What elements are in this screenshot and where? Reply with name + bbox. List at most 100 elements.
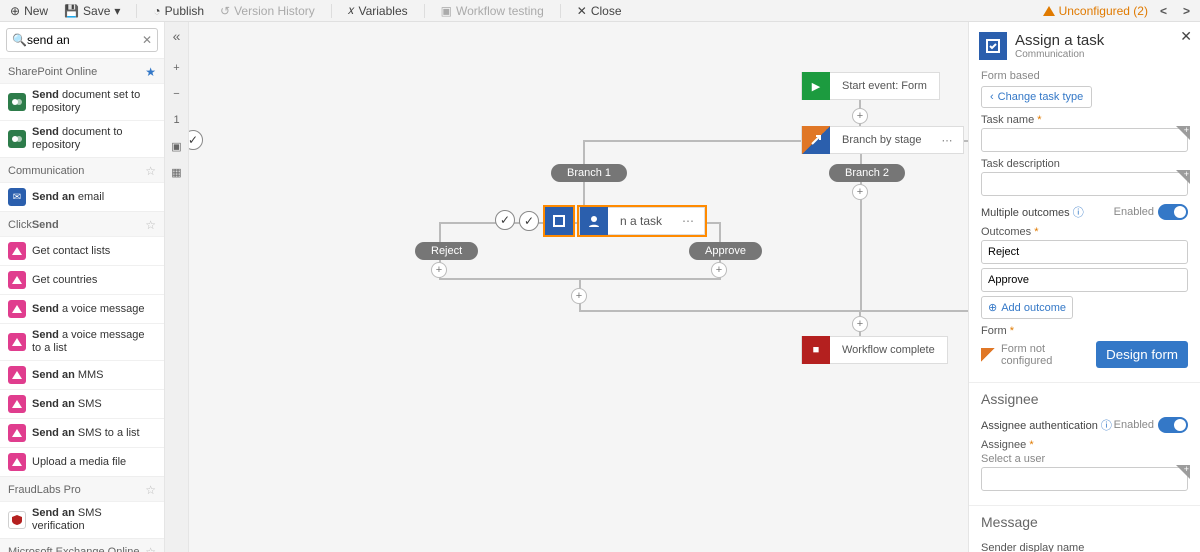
add-node-button[interactable]: + xyxy=(852,316,868,332)
fit-icon[interactable]: ▣ xyxy=(169,138,185,154)
undo-button[interactable]: < xyxy=(1156,4,1171,18)
action-item[interactable]: Send document set to repository xyxy=(0,83,164,120)
action-label: Send a voice message to a list xyxy=(32,329,156,355)
zoom-in-icon[interactable]: + xyxy=(169,60,185,76)
favorite-icon[interactable]: ★ xyxy=(145,65,156,79)
action-icon xyxy=(8,93,26,111)
close-panel-icon[interactable]: ✕ xyxy=(1180,28,1192,45)
collapse-palette-icon[interactable]: « xyxy=(169,28,185,44)
action-icon xyxy=(8,424,26,442)
category-header[interactable]: Microsoft Exchange Online ☆ xyxy=(0,538,164,552)
action-label: Send document set to repository xyxy=(32,89,156,115)
action-item[interactable]: Send a voice message to a list xyxy=(0,323,164,360)
gateway-icon[interactable] xyxy=(189,130,203,150)
category-header[interactable]: SharePoint Online ★ xyxy=(0,58,164,83)
info-icon[interactable]: ⓘ xyxy=(1073,207,1084,219)
chevron-down-icon[interactable]: ▾ xyxy=(114,4,120,18)
add-outcome-button[interactable]: ⊕Add outcome xyxy=(981,296,1073,319)
assignee-auth-toggle[interactable] xyxy=(1158,417,1188,433)
branch-by-stage-label: Branch by stage xyxy=(830,134,934,146)
history-icon: ↺ xyxy=(220,4,230,18)
design-form-button[interactable]: Design form xyxy=(1096,341,1188,368)
add-node-button[interactable]: + xyxy=(431,262,447,278)
play-icon: ▶ xyxy=(802,72,830,100)
action-item[interactable]: Send an MMS xyxy=(0,360,164,389)
multiple-outcomes-toggle[interactable] xyxy=(1158,204,1188,220)
branch-by-stage-node[interactable]: Branch by stage ⋯ xyxy=(801,126,964,154)
outcome-approve-input[interactable] xyxy=(981,268,1188,292)
version-history-button: ↺Version History xyxy=(216,4,319,18)
zoom-reset-icon[interactable]: 1 xyxy=(169,112,185,128)
zoom-out-icon[interactable]: − xyxy=(169,86,185,102)
warning-icon xyxy=(1043,6,1055,16)
add-node-button[interactable]: + xyxy=(711,262,727,278)
action-item[interactable]: Send an SMS verification xyxy=(0,501,164,538)
action-item[interactable]: Send document to repository xyxy=(0,120,164,157)
reject-outcome[interactable]: Reject xyxy=(415,242,478,260)
category-title: SharePoint Online xyxy=(8,66,97,78)
close-button[interactable]: ✕Close xyxy=(573,4,626,18)
action-icon xyxy=(8,130,26,148)
add-node-button[interactable]: + xyxy=(852,184,868,200)
workflow-canvas[interactable]: ▶ Start event: Form + Branch by stage ⋯ … xyxy=(189,22,968,552)
end-node-label: Workflow complete xyxy=(830,344,947,356)
task-header-icon xyxy=(979,32,1007,60)
unconfigured-link[interactable]: Unconfigured (2) xyxy=(1043,4,1148,18)
action-icon: ✉ xyxy=(8,188,26,206)
action-item[interactable]: Send an SMS xyxy=(0,389,164,418)
category-header[interactable]: Communication☆ xyxy=(0,157,164,182)
node-menu-icon[interactable]: ⋯ xyxy=(934,134,963,147)
branch-2-label[interactable]: Branch 2 xyxy=(829,164,905,182)
task-desc-input[interactable] xyxy=(981,172,1188,196)
assignee-input[interactable] xyxy=(981,467,1188,491)
gateway-icon[interactable] xyxy=(495,210,515,230)
action-item[interactable]: Get contact lists xyxy=(0,236,164,265)
new-button[interactable]: ⊕New xyxy=(6,4,52,18)
publish-button[interactable]: ◔Publish xyxy=(149,4,208,18)
action-item[interactable]: Get countries xyxy=(0,265,164,294)
variables-button[interactable]: 𝑥Variables xyxy=(344,3,412,18)
outcome-reject-input[interactable] xyxy=(981,240,1188,264)
action-icon xyxy=(8,333,26,351)
task-name-input[interactable] xyxy=(981,128,1188,152)
info-icon[interactable]: ⓘ xyxy=(1101,420,1112,432)
action-icon xyxy=(8,366,26,384)
assign-task-node[interactable]: n a task ⋯ xyxy=(579,207,705,235)
action-item[interactable]: ✉Send an email xyxy=(0,182,164,211)
favorite-icon[interactable]: ☆ xyxy=(145,164,156,178)
assignee-label: Assignee xyxy=(981,439,1188,451)
category-header[interactable]: ClickSend☆ xyxy=(0,211,164,236)
favorite-icon[interactable]: ☆ xyxy=(145,483,156,497)
action-icon xyxy=(8,395,26,413)
redo-button[interactable]: > xyxy=(1179,4,1194,18)
action-icon xyxy=(8,511,26,529)
category-header[interactable]: FraudLabs Pro ☆ xyxy=(0,476,164,501)
start-node[interactable]: ▶ Start event: Form xyxy=(801,72,940,100)
map-icon[interactable]: ▦ xyxy=(169,164,185,180)
branch-1-label[interactable]: Branch 1 xyxy=(551,164,627,182)
change-task-type-button[interactable]: ‹Change task type xyxy=(981,86,1092,108)
action-item[interactable]: Send an SMS to a list xyxy=(0,418,164,447)
node-menu-icon[interactable]: ⋯ xyxy=(674,214,704,228)
save-button[interactable]: 💾Save▾ xyxy=(60,4,124,18)
approve-outcome[interactable]: Approve xyxy=(689,242,762,260)
action-label: Upload a media file xyxy=(32,456,126,469)
gateway-icon[interactable] xyxy=(519,211,539,231)
plus-circle-icon: ⊕ xyxy=(988,301,997,314)
clear-search-icon[interactable]: ✕ xyxy=(142,33,152,47)
task-icon[interactable] xyxy=(545,207,573,235)
start-node-label: Start event: Form xyxy=(830,80,939,92)
action-item[interactable]: Send a voice message xyxy=(0,294,164,323)
search-input[interactable] xyxy=(6,28,158,52)
favorite-icon[interactable]: ☆ xyxy=(145,218,156,232)
favorite-icon[interactable]: ☆ xyxy=(145,545,156,552)
end-node[interactable]: ■ Workflow complete xyxy=(801,336,948,364)
action-item[interactable]: Upload a media file xyxy=(0,447,164,476)
chevron-left-icon: ‹ xyxy=(990,91,994,103)
add-node-button[interactable]: + xyxy=(852,108,868,124)
outcomes-label: Outcomes xyxy=(981,226,1188,238)
category-title: Microsoft Exchange Online xyxy=(8,546,139,552)
category-title: FraudLabs Pro xyxy=(8,484,81,496)
assign-task-node-label: n a task xyxy=(608,214,674,228)
add-node-button[interactable]: + xyxy=(571,288,587,304)
